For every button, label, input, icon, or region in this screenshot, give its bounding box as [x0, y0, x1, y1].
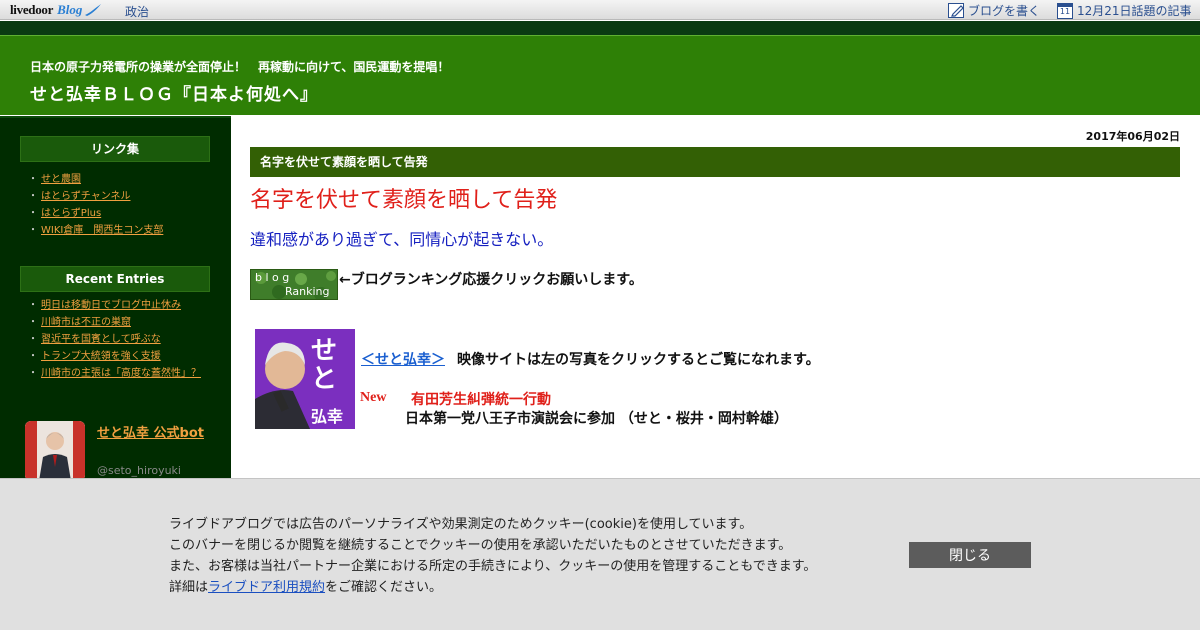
list-item: ・川崎市は不正の巣窟: [28, 317, 131, 328]
bot-name-link[interactable]: せと弘幸 公式bot: [97, 424, 207, 443]
logo-livedoor-text: livedoor: [10, 2, 54, 17]
dark-divider-strip: [0, 21, 1200, 35]
cookie-line-4-suffix: をご確認ください。: [325, 580, 443, 595]
cookie-notice-text: ライブドアブログでは広告のパーソナライズや効果測定のためクッキー(cookie)…: [169, 514, 816, 598]
cookie-line-4-prefix: 詳細は: [169, 580, 209, 595]
logo-blog-text: Blog: [57, 2, 83, 17]
list-item: ・ WIKI倉庫 関西生コン支部: [28, 225, 164, 236]
bot-avatar-image: [25, 421, 85, 478]
topics-label: 12月21日話題の記事: [1077, 4, 1192, 18]
pencil-icon: [948, 3, 964, 18]
blog-header: 日本の原子力発電所の操業が全面停止！ 再稼動に向けて、国民運動を提唱！ せと弘幸…: [0, 35, 1200, 115]
recent-entry-link[interactable]: 川崎市の主張は「高度な蓋然性」？: [41, 368, 201, 379]
cookie-close-button[interactable]: 閉じる: [909, 542, 1031, 568]
recent-entry-link[interactable]: 明日は移動日でブログ中止休み: [41, 300, 181, 311]
list-item: ・トランプ大統領を強く支援: [28, 351, 161, 362]
cookie-line-1: ライブドアブログでは広告のパーソナライズや効果測定のためクッキー(cookie)…: [169, 517, 753, 532]
list-item: ・川崎市の主張は「高度な蓋然性」？: [28, 368, 201, 379]
bot-avatar[interactable]: [25, 421, 85, 478]
recent-entries-heading: Recent Entries: [20, 266, 210, 292]
livedoor-blog-logo[interactable]: livedoor Blog: [10, 1, 102, 19]
new-label: New: [360, 390, 387, 405]
seto-video-link[interactable]: ＜せと弘幸＞: [361, 349, 445, 369]
links-heading: リンク集: [20, 136, 210, 162]
terms-link[interactable]: ライブドア利用規約: [208, 580, 325, 595]
entry-date: 2017年06月02日: [1085, 130, 1180, 143]
main-content: 2017年06月02日 名字を伏せて素顔を晒して告発 名字を伏せて素顔を晒して告…: [231, 116, 1200, 478]
sidebar: リンク集 ・せと農園 ・はとらずチャンネル ・はとらずPlus ・ WIKI倉庫 …: [0, 116, 231, 478]
recent-entry-link[interactable]: 川崎市は不正の巣窟: [41, 317, 131, 328]
swoosh-icon: [85, 4, 102, 16]
sidebar-link[interactable]: せと農園: [41, 174, 81, 185]
blog-subtitle: 日本の原子力発電所の操業が全面停止！ 再稼動に向けて、国民運動を提唱！: [30, 60, 450, 74]
category-link[interactable]: 政治: [125, 3, 149, 20]
topics-link[interactable]: 11 12月21日話題の記事: [1057, 2, 1192, 19]
calendar-day: 11: [1059, 6, 1071, 16]
entry-title-bar[interactable]: 名字を伏せて素顔を晒して告発: [250, 147, 1180, 177]
ranking-label-bottom: Ranking: [285, 285, 330, 298]
cookie-line-4: 詳細はライブドア利用規約をご確認ください。: [169, 577, 816, 598]
livedoor-topbar: livedoor Blog 政治 ブログを書く 11 12月21日話題の記事: [0, 0, 1200, 20]
blog-title[interactable]: せと弘幸ＢＬＯＧ『日本よ何処へ』: [30, 80, 318, 105]
list-item: ・明日は移動日でブログ中止休み: [28, 300, 181, 311]
cookie-line-2: このバナーを閉じるか閲覧を継続することでクッキーの使用を承認いただいたものとさせ…: [169, 538, 792, 553]
sidebar-link[interactable]: はとらずPlus: [41, 208, 101, 219]
sidebar-link[interactable]: はとらずチャンネル: [41, 191, 131, 202]
write-blog-label: ブログを書く: [968, 4, 1041, 18]
cookie-banner: ライブドアブログでは広告のパーソナライズや効果測定のためクッキー(cookie)…: [0, 478, 1200, 630]
ranking-request-text: ←ブログランキング応援クリックお願いします。: [339, 272, 643, 288]
entry-heading: 名字を伏せて素顔を晒して告発: [250, 188, 558, 213]
ranking-label-top: b l o g: [255, 271, 290, 284]
entry-subheading: 違和感があり過ぎて、同情心が起きない。: [250, 230, 554, 249]
new-event-detail: 日本第一党八王子市演説会に参加 （せと・桜井・岡村幹雄）: [405, 411, 788, 427]
recent-entry-link[interactable]: トランプ大統領を強く支援: [41, 351, 161, 362]
links-list: ・せと農園 ・はとらずチャンネル ・はとらずPlus ・ WIKI倉庫 関西生コン…: [28, 171, 163, 239]
seto-video-description: 映像サイトは左の写真をクリックするとご覧になれます。: [457, 352, 820, 368]
new-event-title[interactable]: 有田芳生糾弾統一行動: [411, 389, 551, 409]
calendar-icon: 11: [1057, 2, 1073, 19]
list-item: ・はとらずPlus: [28, 208, 102, 219]
bot-handle: @seto_hiroyuki: [97, 464, 181, 477]
write-blog-link[interactable]: ブログを書く: [948, 2, 1040, 19]
photo-name-bottom: 弘幸: [311, 407, 344, 426]
sidebar-link[interactable]: WIKI倉庫 関西生コン支部: [41, 225, 163, 236]
recent-entries-list: ・明日は移動日でブログ中止休み ・川崎市は不正の巣窟 ・習近平を国賓として呼ぶな…: [28, 297, 201, 382]
list-item: ・習近平を国賓として呼ぶな: [28, 334, 161, 345]
cookie-line-3: また、お客様は当社パートナー企業における所定の手続きにより、クッキーの使用を管理…: [169, 559, 817, 574]
seto-video-photo[interactable]: せと 弘幸: [255, 329, 355, 429]
photo-name-top: せと: [311, 336, 338, 394]
list-item: ・はとらずチャンネル: [28, 191, 131, 202]
list-item: ・せと農園: [28, 174, 81, 185]
blog-ranking-banner[interactable]: b l o g Ranking: [250, 269, 338, 300]
recent-entry-link[interactable]: 習近平を国賓として呼ぶな: [41, 334, 161, 345]
